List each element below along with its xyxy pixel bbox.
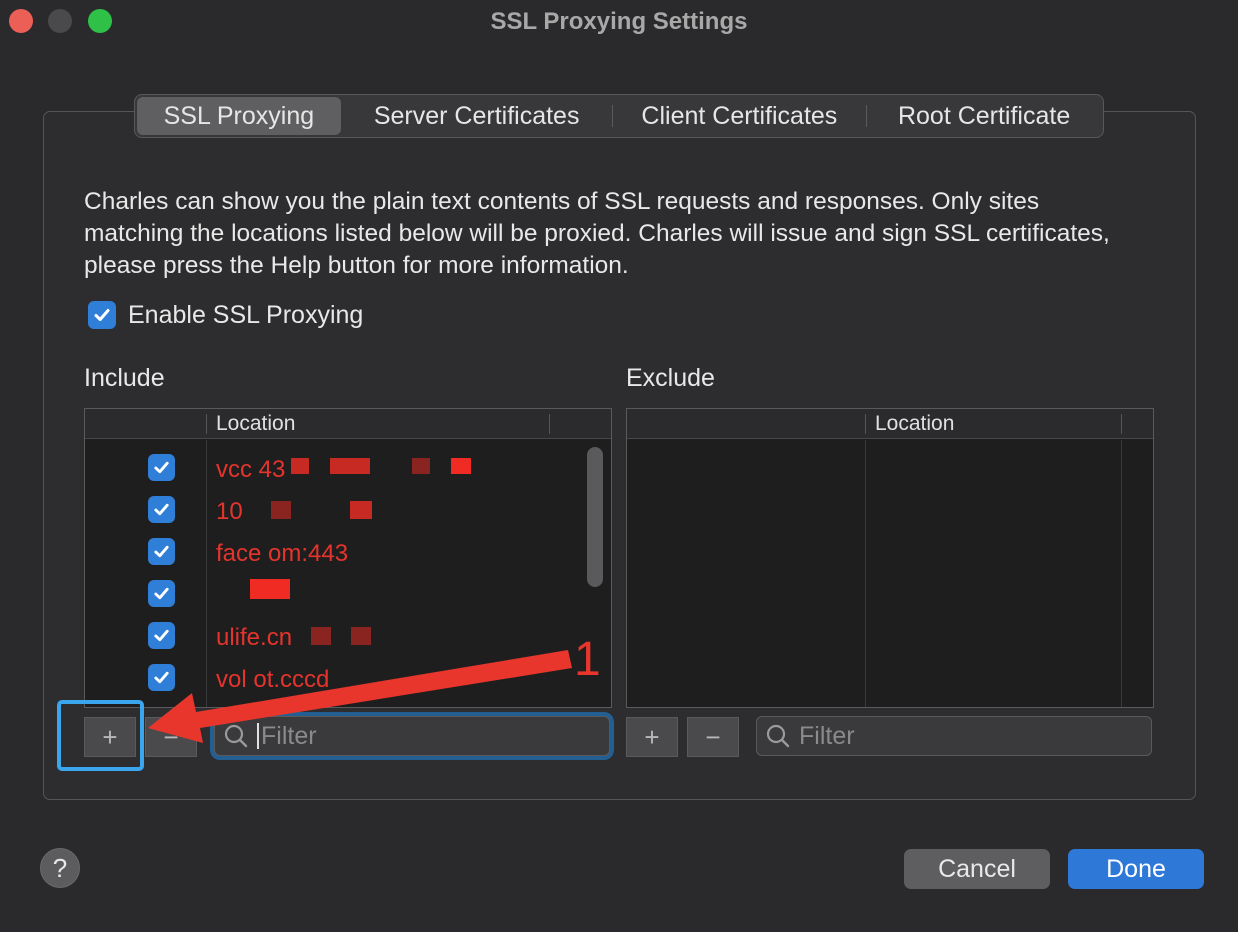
annotation-number: 1 bbox=[574, 633, 601, 686]
annotation-arrow bbox=[148, 650, 572, 743]
